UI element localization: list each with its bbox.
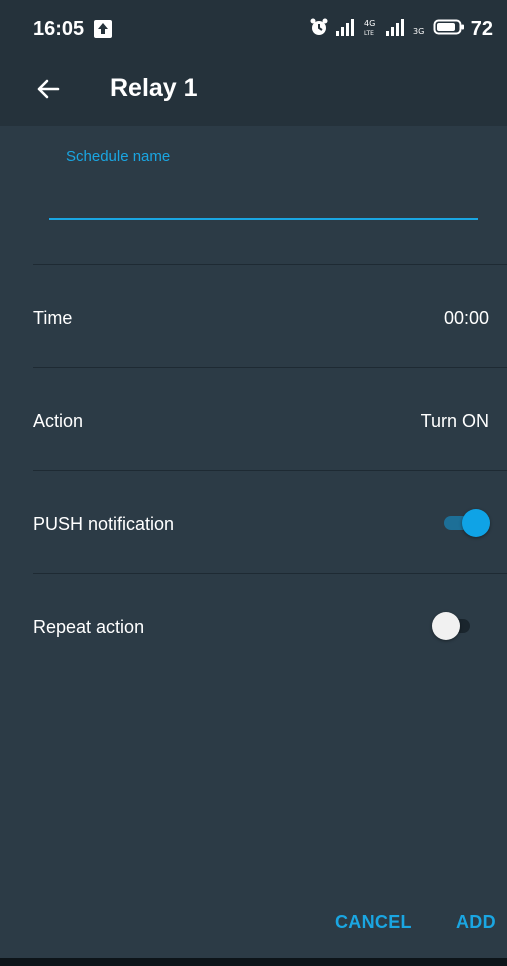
app-bar: Relay 1 (0, 62, 507, 126)
signal-icon (385, 17, 407, 42)
add-button[interactable]: ADD (456, 912, 496, 933)
screen: 16:05 4G LTE 3G 72 Relay 1 Schedule name… (0, 0, 507, 966)
repeat-action-row: Repeat action (0, 574, 507, 674)
arrow-left-icon[interactable] (34, 75, 62, 103)
upload-icon (94, 20, 112, 38)
repeat-action-toggle[interactable] (432, 611, 482, 641)
status-bar: 16:05 4G LTE 3G 72 (0, 0, 507, 62)
cancel-button[interactable]: CANCEL (335, 912, 412, 933)
push-notification-toggle[interactable] (440, 508, 490, 538)
status-icons: 4G LTE 3G 72 (309, 17, 493, 41)
toggle-thumb (432, 612, 460, 640)
bottom-edge (0, 958, 507, 966)
repeat-action-label: Repeat action (33, 617, 145, 637)
action-label: Action (33, 411, 84, 431)
toggle-thumb (462, 509, 490, 537)
schedule-name-input[interactable] (49, 174, 478, 220)
network-4g-icon: 4G LTE (363, 17, 379, 42)
status-time: 16:05 (33, 18, 85, 40)
svg-text:4G: 4G (364, 19, 375, 28)
svg-text:LTE: LTE (364, 30, 374, 37)
alarm-clock-icon (309, 17, 329, 42)
network-3g-icon: 3G (413, 17, 427, 42)
push-notification-label: PUSH notification (33, 514, 175, 534)
time-label: Time (33, 308, 73, 328)
push-notification-row: PUSH notification (0, 471, 507, 571)
battery-level: 72 (470, 17, 493, 40)
svg-text:3G: 3G (413, 27, 424, 36)
schedule-name-label: Schedule name (66, 148, 171, 165)
page-title: Relay 1 (110, 74, 198, 102)
battery-icon (433, 18, 465, 41)
time-value: 00:00 (443, 308, 489, 328)
signal-icon (335, 17, 357, 42)
action-row[interactable]: Action Turn ON (0, 368, 507, 468)
action-value: Turn ON (420, 411, 489, 431)
time-row[interactable]: Time 00:00 (0, 265, 507, 365)
